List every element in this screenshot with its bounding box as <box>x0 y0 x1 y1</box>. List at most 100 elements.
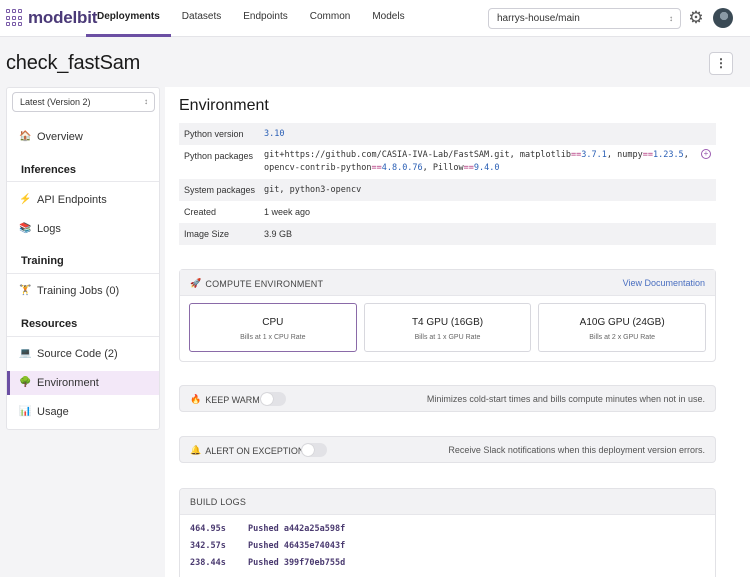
tab-deployments[interactable]: Deployments <box>86 0 171 37</box>
python-packages-value: git+https://github.com/CASIA-IVA-Lab/Fas… <box>264 145 716 179</box>
log-text: Pushed 399f70eb755d <box>248 558 346 568</box>
brand-logo[interactable]: modelbit <box>6 8 97 28</box>
fire-icon: 🔥 <box>190 394 202 404</box>
sidebar-item-environment[interactable]: 🌳 Environment <box>7 371 159 395</box>
environment-title: Environment <box>179 97 269 114</box>
avatar[interactable] <box>713 8 733 28</box>
books-icon: 📚 <box>19 223 32 234</box>
row-key: System packages <box>184 185 256 195</box>
sidebar-item-usage[interactable]: 📊 Usage <box>7 400 159 424</box>
log-text: Pushed a442a25a598f <box>248 524 346 534</box>
bar-chart-icon: 📊 <box>19 406 32 417</box>
compute-option-billing: Bills at 1 x GPU Rate <box>414 334 481 341</box>
gear-icon[interactable]: ⚙ <box>687 9 705 27</box>
version-select-value: Latest (Version 2) <box>20 97 91 107</box>
alert-label-group: 🔔 ALERT ON EXCEPTION <box>190 445 304 456</box>
version-operator: == <box>371 163 382 173</box>
keep-warm-toggle[interactable] <box>260 392 286 406</box>
page-title: check_fastSam <box>6 52 141 74</box>
keep-warm-label-group: 🔥 KEEP WARM <box>190 394 260 405</box>
compute-option-name: T4 GPU (16GB) <box>411 317 484 328</box>
sidebar-item-label: Usage <box>37 406 69 418</box>
build-logs-header: BUILD LOGS <box>190 497 247 507</box>
compute-option-a10g-gpu[interactable]: A10G GPU (24GB) Bills at 2 x GPU Rate <box>538 303 707 352</box>
divider <box>7 181 159 182</box>
compute-option-billing: Bills at 1 x CPU Rate <box>240 334 306 341</box>
compute-option-t4-gpu[interactable]: T4 GPU (16GB) Bills at 1 x GPU Rate <box>363 303 532 352</box>
log-time: 342.57s <box>190 541 226 551</box>
table-row: System packages git, python3-opencv <box>179 179 716 201</box>
updown-chevron-icon: ↕ <box>669 14 673 23</box>
tab-common[interactable]: Common <box>299 0 362 37</box>
alert-on-exception-card: 🔔 ALERT ON EXCEPTION Receive Slack notif… <box>179 436 716 463</box>
branch-select[interactable]: harrys-house/main ↕ <box>488 8 681 29</box>
rocket-icon: 🚀 <box>190 278 202 288</box>
sidebar-item-label: Source Code (2) <box>37 348 118 360</box>
row-key: Created <box>184 207 217 217</box>
card-header-label: 🚀 COMPUTE ENVIRONMENT <box>190 278 323 289</box>
bell-icon: 🔔 <box>190 445 202 455</box>
package-text: , Pillow <box>422 163 464 173</box>
python-version-value: 3.10 <box>264 129 285 139</box>
package-text: , numpy <box>606 150 643 160</box>
log-line: 464.95s Pushed a442a25a598f <box>180 521 715 538</box>
lightning-icon: ⚡ <box>19 194 32 205</box>
compute-header: COMPUTE ENVIRONMENT <box>205 278 324 289</box>
alert-label: ALERT ON EXCEPTION <box>205 445 305 456</box>
compute-option-cpu[interactable]: CPU Bills at 1 x CPU Rate <box>189 303 357 352</box>
package-text: opencv-contrib-python <box>264 163 372 173</box>
version-select[interactable]: Latest (Version 2) ↕ <box>12 92 155 112</box>
log-line: 342.57s Pushed 46435e74043f <box>180 538 715 555</box>
sidebar-item-logs[interactable]: 📚 Logs <box>7 217 159 241</box>
build-logs-list: 464.95s Pushed a442a25a598f 342.57s Push… <box>180 515 715 572</box>
tab-datasets[interactable]: Datasets <box>171 0 232 37</box>
expand-plus-icon[interactable]: + <box>701 149 711 159</box>
sidebar-section-training: Training <box>21 255 64 267</box>
row-key: Python packages <box>184 151 254 161</box>
package-version: 3.7.1 <box>581 150 607 160</box>
tab-models[interactable]: Models <box>361 0 415 37</box>
version-operator: == <box>463 163 474 173</box>
sidebar-item-source-code[interactable]: 💻 Source Code (2) <box>7 342 159 366</box>
sidebar-item-overview[interactable]: 🏠 Overview <box>7 125 159 149</box>
compute-option-name: CPU <box>262 317 284 328</box>
log-text: Pushed 46435e74043f <box>248 541 346 551</box>
sidebar-item-training-jobs[interactable]: 🏋 Training Jobs (0) <box>7 279 159 303</box>
row-key: Image Size <box>184 229 230 239</box>
sidebar-item-label: Training Jobs (0) <box>37 285 120 297</box>
package-version: 1.23.5 <box>652 150 684 160</box>
more-options-button[interactable]: ⋮ <box>709 52 733 75</box>
environment-table: Python version 3.10 Python packages git+… <box>179 123 716 245</box>
nav-tabs: Deployments Datasets Endpoints Common Mo… <box>86 0 416 37</box>
divider <box>7 336 159 337</box>
updown-chevron-icon: ↕ <box>144 97 148 106</box>
main-panel: Environment Python version 3.10 Python p… <box>165 87 750 577</box>
laptop-icon: 💻 <box>19 348 32 359</box>
table-row: Python packages git+https://github.com/C… <box>179 145 716 179</box>
branch-select-value: harrys-house/main <box>497 13 580 24</box>
alert-on-exception-toggle[interactable] <box>301 443 327 457</box>
card-header: BUILD LOGS <box>180 489 715 515</box>
row-key: Python version <box>184 129 244 139</box>
sidebar-item-api-endpoints[interactable]: ⚡ API Endpoints <box>7 188 159 212</box>
view-documentation-link[interactable]: View Documentation <box>623 278 705 288</box>
log-time: 464.95s <box>190 524 226 534</box>
sidebar-item-label: Overview <box>37 131 83 143</box>
keep-warm-card: 🔥 KEEP WARM Minimizes cold-start times a… <box>179 385 716 412</box>
package-version: 4.8.0.76 <box>381 163 423 173</box>
card-header: 🚀 COMPUTE ENVIRONMENT View Documentation <box>180 270 715 296</box>
compute-options: CPU Bills at 1 x CPU Rate T4 GPU (16GB) … <box>180 296 715 361</box>
tab-endpoints[interactable]: Endpoints <box>232 0 298 37</box>
top-navigation: modelbit Deployments Datasets Endpoints … <box>0 0 750 37</box>
sidebar-item-label: Logs <box>37 223 61 235</box>
keep-warm-label: KEEP WARM <box>205 394 260 405</box>
image-size-value: 3.9 GB <box>264 229 293 239</box>
created-value: 1 week ago <box>264 207 311 217</box>
package-text: , <box>683 150 689 160</box>
alert-description: Receive Slack notifications when this de… <box>448 445 705 455</box>
log-time: 238.44s <box>190 558 226 568</box>
house-icon: 🏠 <box>19 131 32 142</box>
sidebar: Latest (Version 2) ↕ 🏠 Overview Inferenc… <box>6 87 160 430</box>
compute-environment-card: 🚀 COMPUTE ENVIRONMENT View Documentation… <box>179 269 716 362</box>
package-text: git+https://github.com/CASIA-IVA-Lab/Fas… <box>264 150 572 160</box>
